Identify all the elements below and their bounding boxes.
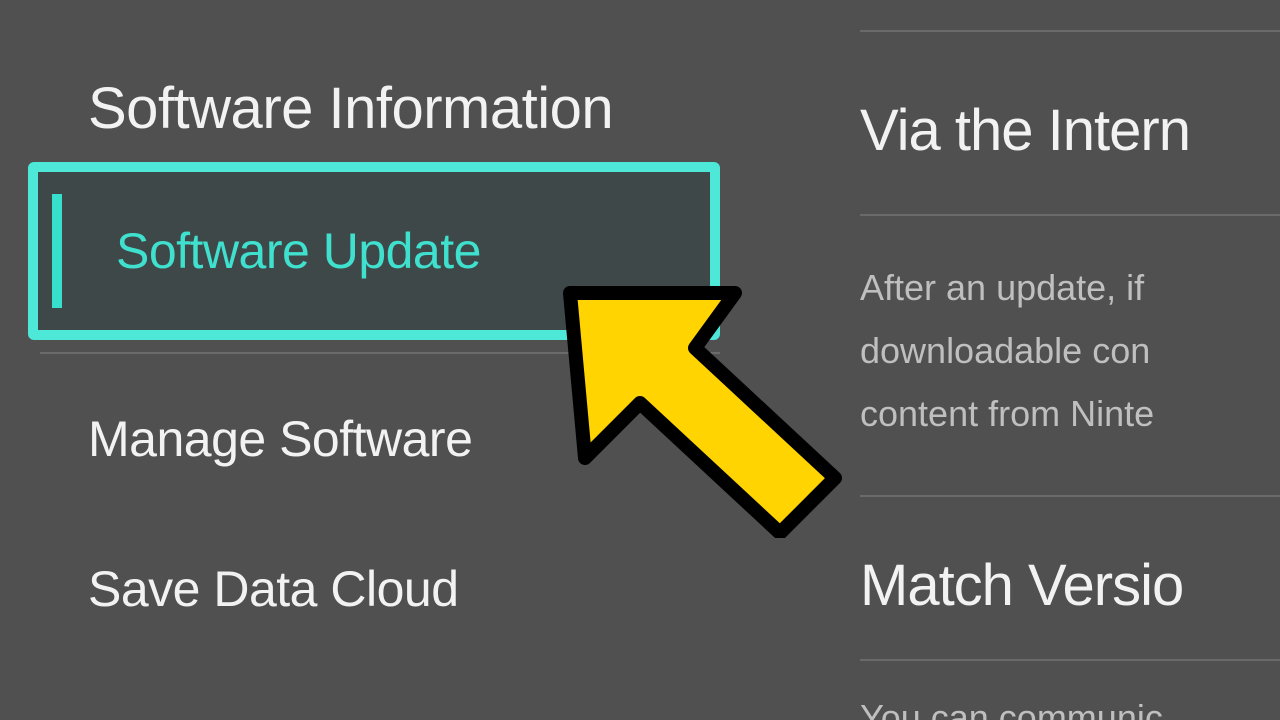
sidebar-heading: Software Information bbox=[0, 0, 765, 142]
menu-item-label: Software Update bbox=[116, 222, 481, 280]
settings-layout: Software Information Software Update Man… bbox=[0, 0, 1280, 720]
divider bbox=[40, 352, 720, 354]
section-heading-match-version[interactable]: Match Versio bbox=[860, 497, 1280, 659]
menu-item-save-data-cloud[interactable]: Save Data Cloud bbox=[0, 514, 765, 664]
settings-sidebar: Software Information Software Update Man… bbox=[0, 0, 765, 720]
section-body-via-internet: After an update, ifdownloadable conconte… bbox=[860, 216, 1280, 495]
section-heading-via-internet[interactable]: Via the Intern bbox=[860, 32, 1280, 214]
menu-item-label: Manage Software bbox=[88, 410, 472, 468]
content-pane: Via the Intern After an update, ifdownlo… bbox=[765, 0, 1280, 720]
menu-item-software-update[interactable]: Software Update bbox=[28, 162, 720, 340]
sidebar-menu: Software Update Manage Software Save Dat… bbox=[0, 162, 765, 664]
menu-item-label: Save Data Cloud bbox=[88, 560, 459, 618]
section-body-match-version: You can communic bbox=[860, 661, 1280, 720]
menu-item-manage-software[interactable]: Manage Software bbox=[0, 364, 765, 514]
